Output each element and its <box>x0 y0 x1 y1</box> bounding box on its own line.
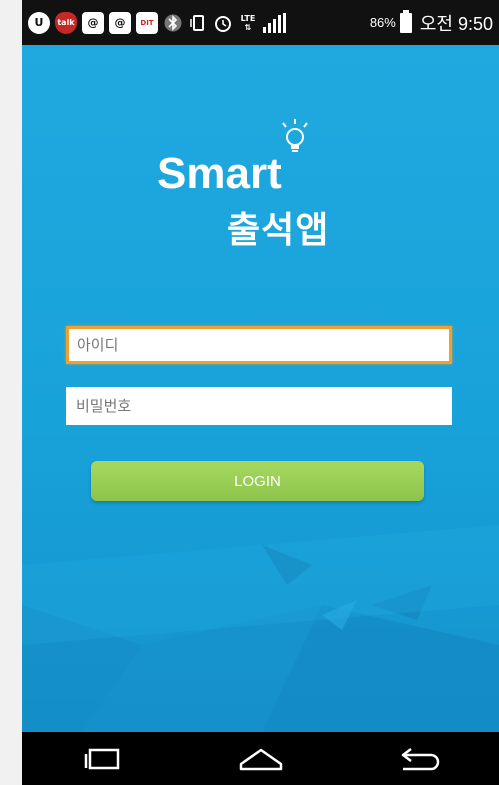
navigation-bar <box>22 732 499 785</box>
vibrate-icon <box>188 12 208 34</box>
bluetooth-icon <box>163 12 183 34</box>
home-icon <box>239 748 282 770</box>
talk-shield-icon: talk <box>55 11 77 34</box>
lte-label: LTE <box>240 13 256 23</box>
lte-icon: LTE ⇅ <box>238 12 258 34</box>
login-button[interactable]: LOGIN <box>91 461 424 501</box>
at-icon: @ <box>82 11 104 34</box>
battery-percent: 86% <box>369 15 396 30</box>
dit-app-icon: DIT <box>136 11 158 34</box>
u-plus-icon: U <box>28 11 50 34</box>
phone-frame: U talk @ @ DIT LTE ⇅ 86% 오전 9:50 Smart 출… <box>22 0 499 785</box>
logo-text-korean: 출석앱 <box>227 210 330 251</box>
status-bar: U talk @ @ DIT LTE ⇅ 86% 오전 9:50 <box>22 0 499 45</box>
login-screen: Smart 출석앱 LOGIN <box>22 45 499 732</box>
id-input[interactable] <box>66 326 452 364</box>
back-button[interactable] <box>390 739 450 779</box>
battery-icon <box>399 9 412 33</box>
at-icon: @ <box>109 11 131 34</box>
home-button[interactable] <box>231 739 291 779</box>
status-time: 오전 9:50 <box>419 13 493 34</box>
logo-text-smart: Smart <box>157 149 282 198</box>
signal-icon <box>263 12 286 33</box>
recent-apps-icon <box>84 748 119 769</box>
app-logo: Smart 출석앱 <box>157 115 367 255</box>
recent-apps-button[interactable] <box>72 739 132 779</box>
back-icon <box>401 747 439 770</box>
lte-arrows: ⇅ <box>244 22 252 32</box>
alarm-icon <box>213 12 233 34</box>
password-input[interactable] <box>66 387 452 425</box>
